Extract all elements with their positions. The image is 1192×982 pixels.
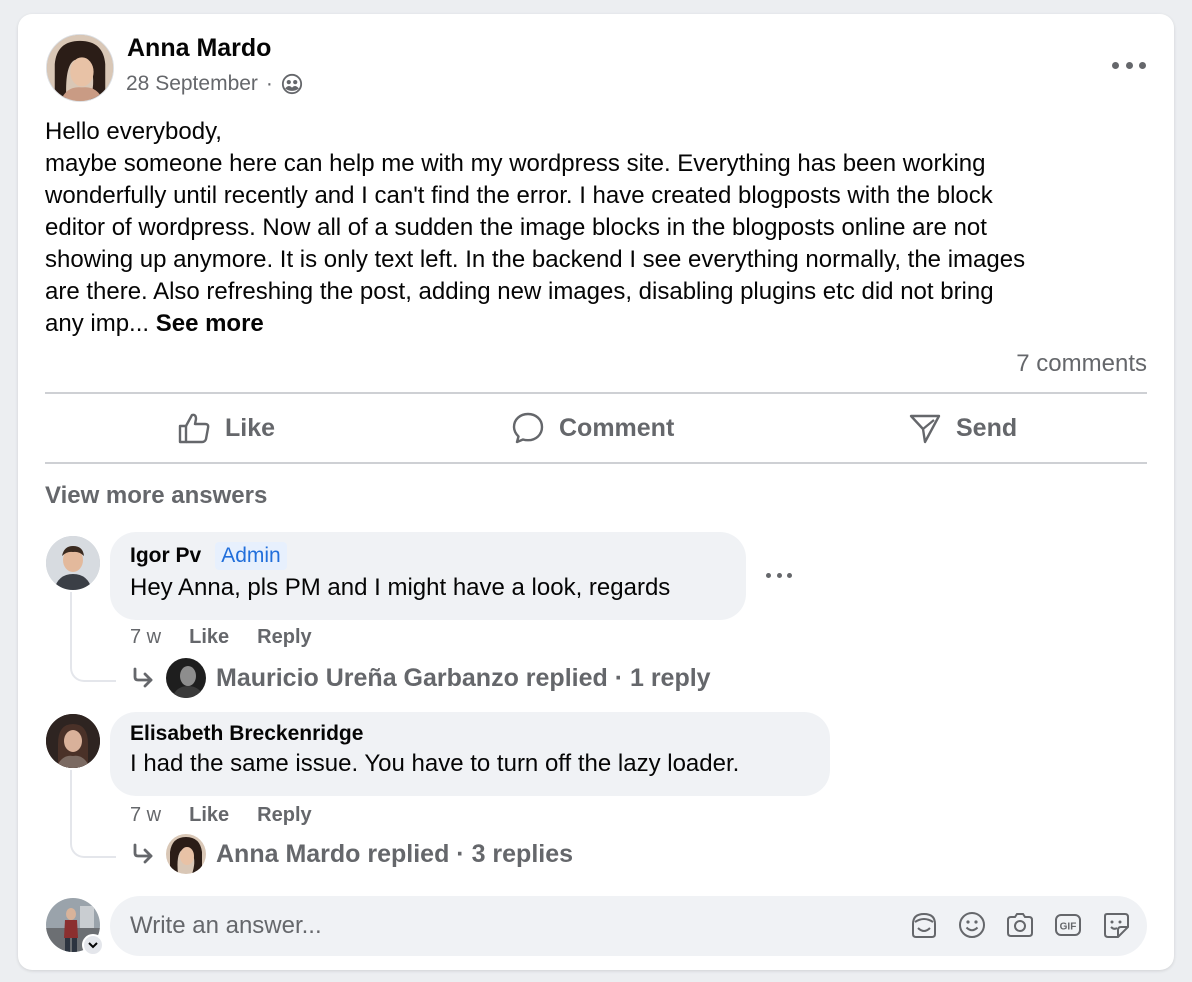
dot	[787, 572, 792, 578]
like-button[interactable]: Like	[177, 394, 275, 462]
comment-actions: 7 w Like Reply	[130, 626, 312, 649]
author-avatar[interactable]	[46, 34, 114, 102]
comments-count[interactable]: 7 comments	[1016, 350, 1147, 378]
comment-time[interactable]: 7 w	[130, 804, 161, 827]
action-bar: Like Comment Send	[45, 394, 1147, 462]
composer-tools: GIF	[909, 910, 1131, 940]
comment-button[interactable]: Comment	[511, 394, 674, 462]
send-icon	[909, 414, 941, 444]
divider	[45, 462, 1147, 464]
comment-text: I had the same issue. You have to turn o…	[130, 750, 740, 777]
comment-time[interactable]: 7 w	[130, 626, 161, 649]
view-more-answers-link[interactable]: View more answers	[45, 482, 267, 510]
see-more-link[interactable]: See more	[156, 310, 264, 337]
author-name[interactable]: Anna Mardo	[127, 34, 271, 63]
dot	[766, 572, 771, 578]
comment-author[interactable]: Elisabeth Breckenridge	[130, 722, 363, 746]
post-options-button[interactable]	[1112, 56, 1146, 74]
answer-composer: GIF	[110, 896, 1147, 956]
answer-input[interactable]	[130, 896, 890, 956]
comment-bubble-icon	[512, 412, 544, 444]
comment-like-button[interactable]: Like	[189, 804, 229, 827]
post-line: are there. Also refreshing the post, add…	[45, 278, 994, 305]
dot	[1139, 61, 1146, 69]
replies-summary: Anna Mardo replied · 3 replies	[216, 839, 574, 868]
post-line: wonderfully until recently and I can't f…	[45, 182, 993, 209]
post-line-last: any imp... See more	[45, 308, 1155, 340]
comment-like-button[interactable]: Like	[189, 626, 229, 649]
post-line: editor of wordpress. Now all of a sudden…	[45, 214, 987, 241]
dot	[1112, 61, 1119, 69]
view-replies-link[interactable]: Mauricio Ureña Garbanzo replied · 1 repl…	[130, 658, 711, 698]
thread-line	[70, 592, 116, 682]
thread-line	[70, 770, 116, 858]
meta-separator: ·	[265, 72, 273, 95]
avatar-sticker-icon[interactable]	[909, 910, 939, 940]
gif-icon[interactable]: GIF	[1053, 910, 1083, 940]
post-line: showing up anymore. It is only text left…	[45, 246, 1026, 273]
comment-bubble: Elisabeth Breckenridge I had the same is…	[110, 712, 830, 796]
admin-badge: Admin	[215, 542, 287, 570]
post-card: Anna Mardo 28 September · Hello everybod…	[18, 14, 1174, 970]
comment-reply-button[interactable]: Reply	[257, 804, 311, 827]
post-body: Hello everybody, maybe someone here can …	[45, 116, 1155, 340]
thumbs-up-icon	[178, 413, 210, 444]
comment-bubble: Igor Pv Admin Hey Anna, pls PM and I mig…	[110, 532, 746, 620]
svg-text:GIF: GIF	[1060, 922, 1077, 933]
friends-audience-icon	[281, 73, 303, 95]
replier-avatar	[166, 658, 206, 698]
reply-arrow-icon	[133, 843, 153, 864]
post-meta: 28 September ·	[126, 72, 303, 96]
post-date[interactable]: 28 September	[126, 72, 258, 96]
comment-actions: 7 w Like Reply	[130, 804, 312, 827]
comment-options-button[interactable]	[766, 570, 792, 580]
commenter-avatar[interactable]	[46, 536, 100, 590]
comment-label: Comment	[559, 413, 675, 442]
view-replies-link[interactable]: Anna Mardo replied · 3 replies	[130, 834, 573, 874]
sticker-icon[interactable]	[1101, 910, 1131, 940]
chevron-down-icon[interactable]	[82, 934, 104, 956]
comment-author-row: Igor Pv Admin	[130, 542, 726, 570]
replies-summary: Mauricio Ureña Garbanzo replied · 1 repl…	[216, 663, 711, 692]
replier-avatar	[166, 834, 206, 874]
commenter-avatar[interactable]	[46, 714, 100, 768]
camera-icon[interactable]	[1005, 910, 1035, 940]
comment-reply-button[interactable]: Reply	[257, 626, 311, 649]
post-line: maybe someone here can help me with my w…	[45, 150, 986, 177]
comment-text: Hey Anna, pls PM and I might have a look…	[130, 574, 671, 601]
reply-arrow-icon	[133, 667, 153, 688]
send-button[interactable]: Send	[908, 394, 1017, 462]
emoji-icon[interactable]	[957, 910, 987, 940]
comment-author-row: Elisabeth Breckenridge	[130, 722, 810, 746]
post-line: Hello everybody,	[45, 118, 222, 145]
dot	[776, 572, 782, 578]
dot	[1125, 61, 1133, 69]
comment-author[interactable]: Igor Pv	[130, 544, 201, 568]
post-line: any imp...	[45, 310, 150, 337]
send-label: Send	[956, 413, 1018, 442]
like-label: Like	[225, 413, 276, 442]
